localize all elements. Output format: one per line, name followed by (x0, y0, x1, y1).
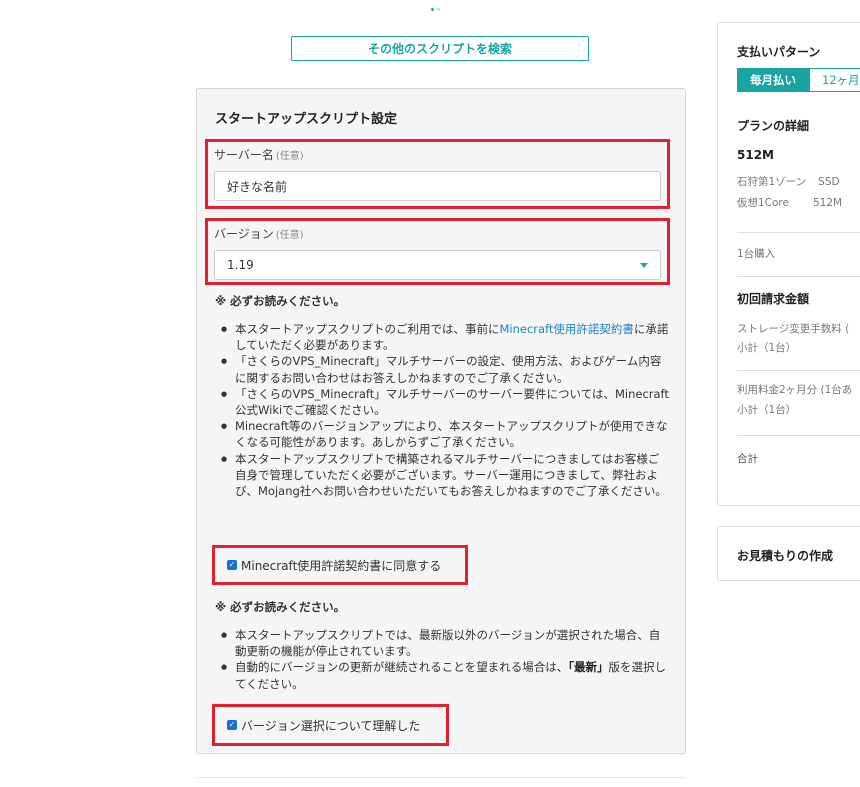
plan-details-title: プランの詳細 (737, 119, 810, 133)
search-scripts-button[interactable]: その他のスクリプトを検索 (291, 36, 589, 61)
divider (737, 232, 860, 233)
create-quote-card[interactable]: お見積もりの作成 (717, 526, 860, 581)
list-item: 「さくらのVPS_Minecraft」マルチサーバーの設定、使用方法、およびゲー… (215, 353, 670, 385)
startup-script-panel: スタートアップスクリプト設定 サーバー名 (任意) 好きな名前 バージョン (任意)… (196, 88, 686, 754)
subtotal-label: 小計（1台） (737, 404, 797, 416)
total-label: 合計 (737, 453, 758, 465)
version-select[interactable]: 1.19 (214, 250, 661, 280)
latest-emphasis: 「最新」 (568, 660, 609, 675)
list-item: 本スタートアップスクリプトのご利用では、事前にMinecraft使用許諾契約書に… (215, 321, 670, 353)
chevron-down-icon (640, 262, 648, 268)
list-item-text: 自動的にバージョンの更新が継続されることを望まれる場合は、 (235, 660, 569, 675)
carousel-dots (431, 8, 440, 11)
plan-memory: 512M (812, 197, 843, 209)
payment-pattern-title: 支払いパターン (737, 45, 821, 59)
divider (737, 370, 860, 371)
purchase-count: 1台購入 (737, 248, 776, 260)
storage-fee-label: ストレージ変更手数料 ( (737, 323, 850, 335)
server-name-label-text: サーバー名 (214, 148, 274, 162)
plan-zone: 石狩第1ゾーン (737, 176, 807, 188)
server-name-label: サーバー名 (任意) (214, 146, 661, 163)
checkbox-checked-icon[interactable]: ✓ (227, 560, 237, 570)
list-item: 本スタートアップスクリプトでは、最新版以外のバージョンが選択された場合、自動更新… (215, 627, 670, 659)
agree-license-checkbox[interactable]: ✓ Minecraft使用許諾契約書に同意する (212, 545, 468, 585)
version-select-value: 1.19 (227, 258, 254, 272)
notice-list: 本スタートアップスクリプトでは、最新版以外のバージョンが選択された場合、自動更新… (215, 627, 670, 692)
payment-tabs: 毎月払い 12ヶ月 (737, 68, 860, 92)
order-summary-panel: 支払いパターン 毎月払い 12ヶ月 プランの詳細 512M 石狩第1ゾーン SSD… (717, 22, 860, 506)
notice-heading: ※ 必ずお読みください。 (215, 600, 346, 614)
list-item: 「さくらのVPS_Minecraft」マルチサーバーのサーバー要件については、M… (215, 386, 670, 418)
understand-version-checkbox[interactable]: ✓ バージョン選択について理解した (212, 704, 449, 746)
carousel-dot-active[interactable] (431, 8, 434, 11)
plan-zone-row: 石狩第1ゾーン SSD (737, 174, 860, 189)
license-link[interactable]: Minecraft使用許諾契約書 (500, 322, 634, 336)
usage-fee-label: 利用料金2ヶ月分 (1台あ (737, 384, 853, 396)
carousel-dot[interactable] (437, 8, 440, 11)
divider (737, 435, 860, 436)
optional-tag: (任意) (275, 230, 304, 241)
list-item-text: 本スタートアップスクリプトのご利用では、事前に (235, 322, 500, 336)
tab-12-months[interactable]: 12ヶ月 (809, 68, 860, 92)
list-item: 本スタートアップスクリプトで構築されるマルチサーバーにつきましてはお客様ご自身で… (215, 451, 670, 500)
list-item: 自動的にバージョンの更新が継続されることを望まれる場合は、「最新」版を選択してく… (215, 659, 670, 691)
plan-cpu-row: 仮想1Core 512M (737, 195, 860, 210)
plan-cpu: 仮想1Core (737, 197, 789, 209)
initial-billing-title: 初回請求金額 (737, 292, 810, 306)
panel-title: スタートアップスクリプト設定 (215, 112, 398, 127)
plan-storage: SSD (818, 176, 840, 188)
server-name-group: サーバー名 (任意) 好きな名前 (205, 139, 670, 209)
divider (196, 777, 686, 778)
plan-name: 512M (737, 148, 774, 162)
create-quote-title: お見積もりの作成 (737, 549, 834, 563)
divider (737, 276, 860, 277)
server-name-input[interactable]: 好きな名前 (214, 171, 661, 201)
notice-list: 本スタートアップスクリプトのご利用では、事前にMinecraft使用許諾契約書に… (215, 321, 670, 499)
tab-monthly[interactable]: 毎月払い (737, 68, 809, 92)
list-item: Minecraft等のバージョンアップにより、本スタートアップスクリプトが使用で… (215, 418, 670, 450)
notice-heading: ※ 必ずお読みください。 (215, 294, 346, 308)
agree-license-label: Minecraft使用許諾契約書に同意する (241, 558, 442, 573)
understand-version-label: バージョン選択について理解した (241, 718, 421, 733)
version-group: バージョン (任意) 1.19 (205, 218, 670, 285)
optional-tag: (任意) (275, 151, 304, 162)
version-label-text: バージョン (214, 227, 274, 241)
checkbox-checked-icon[interactable]: ✓ (227, 720, 237, 730)
version-label: バージョン (任意) (214, 225, 661, 242)
subtotal-label: 小計（1台） (737, 342, 797, 354)
